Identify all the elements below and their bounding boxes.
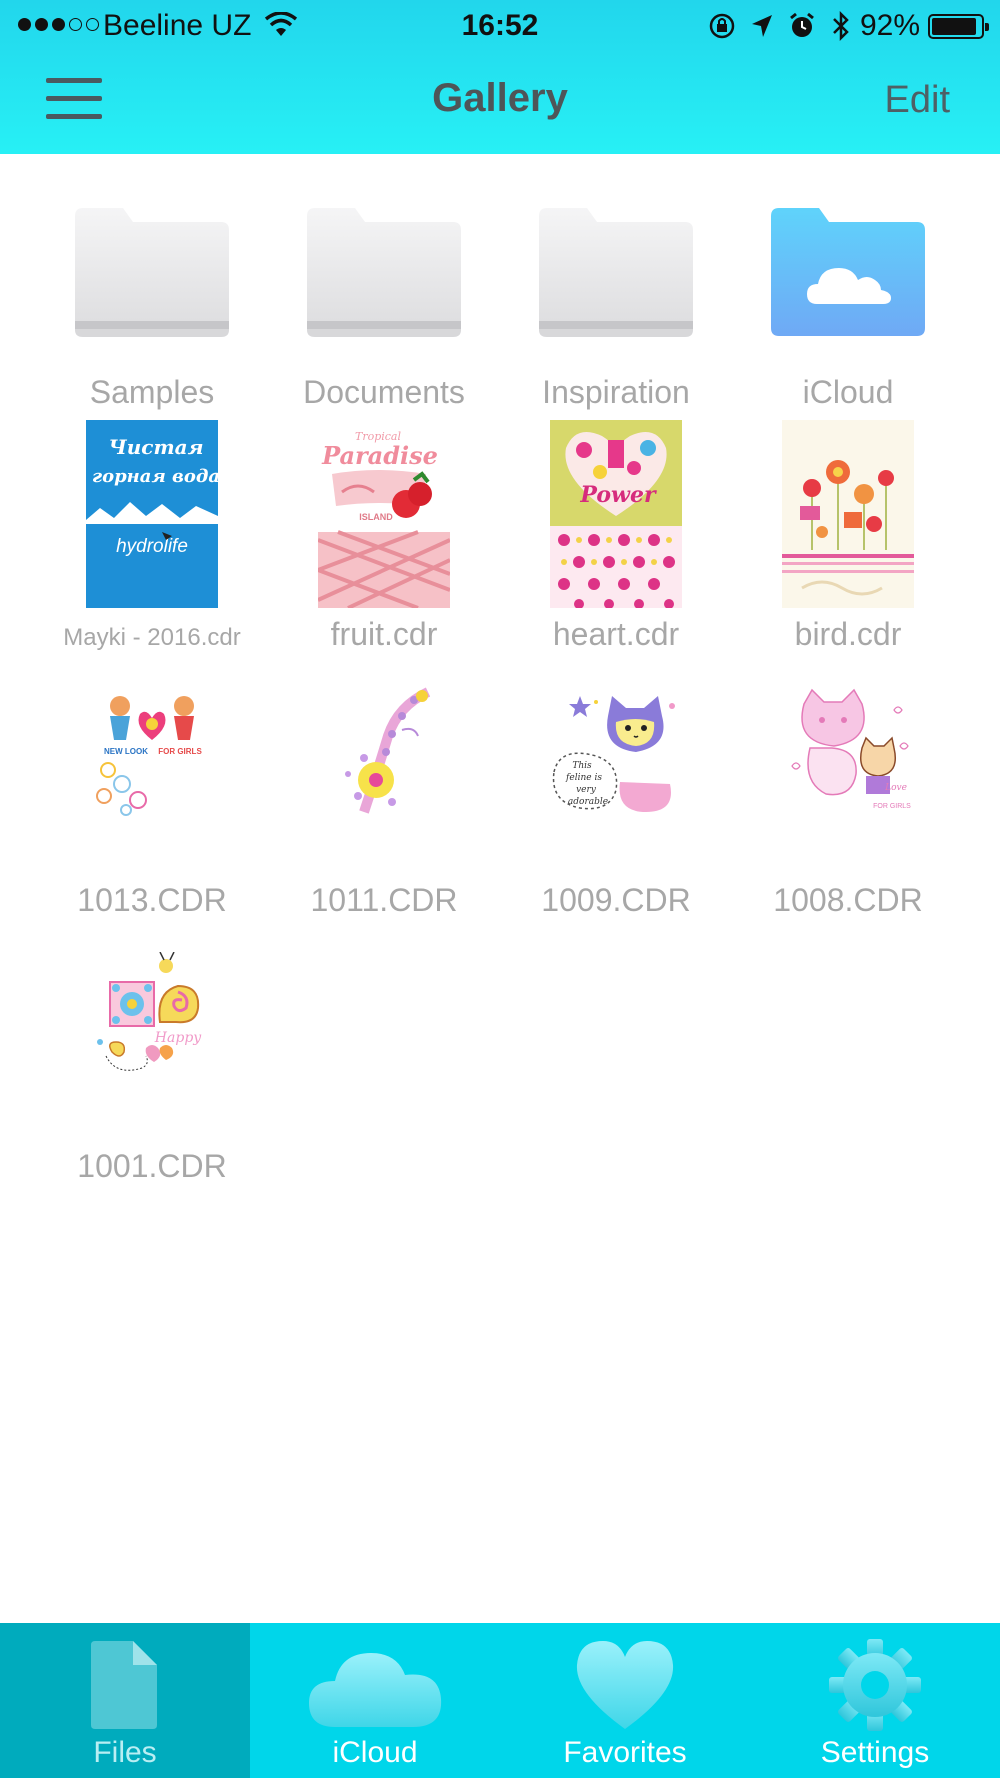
cloud-folder-icon [771,208,925,336]
thumb-text: hydrolife [116,536,188,557]
battery-percent: 92% [860,9,921,42]
folder-label: iCloud [802,374,894,410]
tab-label: Favorites [563,1736,687,1769]
thumb-text: горная вода [92,466,218,487]
thumb-text: ISLAND [359,512,393,522]
battery-icon [928,14,989,39]
thumb-text: Чистая [108,435,203,459]
file-thumbnail [782,420,914,608]
tab-icloud[interactable]: iCloud [250,1623,500,1778]
status-bar: Beeline UZ 16:52 92% [0,0,1000,50]
file-label: 1008.CDR [773,882,923,918]
folder-icon [307,208,461,337]
file-label: 1001.CDR [77,1148,227,1184]
thumb-text: Power [579,482,657,508]
orientation-lock-icon [709,13,735,39]
bluetooth-icon [833,10,849,42]
thumb-text: FOR GIRLS [158,747,202,756]
thumb-text: FOR GIRLS [873,803,911,810]
tab-label: Files [93,1736,157,1769]
tab-settings[interactable]: Settings [750,1623,1000,1778]
page-title: Gallery [432,76,568,120]
file-label: heart.cdr [552,616,680,652]
file-thumbnail: Power [550,420,682,608]
tab-label: iCloud [332,1736,418,1769]
folder-icon [75,208,229,337]
thumb-text: This [572,761,592,771]
file-label: 1009.CDR [541,882,691,918]
thumb-text: Love [884,783,907,793]
thumb-text: feline is [565,773,602,783]
app-header: Beeline UZ 16:52 92% Gallery Edit [0,0,1000,154]
file-label: 1013.CDR [77,882,227,918]
file-thumbnail: Чистая горная вода hydrolife [86,420,218,608]
alarm-icon [790,12,814,37]
file-label: bird.cdr [794,616,902,652]
tab-label: Settings [820,1736,930,1769]
folder-label: Documents [303,374,465,410]
gear-icon [829,1639,921,1731]
file-thumbnail: Love FOR GIRLS [791,688,911,810]
file-thumbnail: Happy [97,952,202,1071]
thumb-text: Happy [154,1030,202,1046]
tab-favorites[interactable]: Favorites [500,1623,750,1778]
tab-bar: Files iCloud Favorites Settings [0,1623,1000,1778]
folder-label: Samples [89,374,215,410]
file-thumbnail [345,687,431,814]
folder-label: Inspiration [542,374,690,410]
thumb-text: Paradise [321,441,438,470]
cloud-icon [309,1653,442,1727]
file-icon [91,1641,157,1729]
thumb-text: adorable [568,797,608,807]
thumb-text: NEW LOOK [104,747,148,756]
location-arrow-icon [752,15,772,37]
file-label: 1011.CDR [310,882,458,918]
folder-icon [539,208,693,337]
heart-icon [576,1641,674,1729]
file-thumbnail: NEW LOOK FOR GIRLS [96,696,202,816]
file-label: Mayki - 2016.cdr [63,624,241,651]
file-thumbnail: This feline is very adorable [552,696,675,812]
thumb-text: very [576,785,597,795]
edit-button[interactable]: Edit [885,79,950,122]
file-thumbnail: Tropical Paradise ISLAND [318,420,450,608]
navigation-bar: Gallery Edit [0,50,1000,154]
tab-files[interactable]: Files [0,1623,250,1778]
file-label: fruit.cdr [330,616,438,652]
